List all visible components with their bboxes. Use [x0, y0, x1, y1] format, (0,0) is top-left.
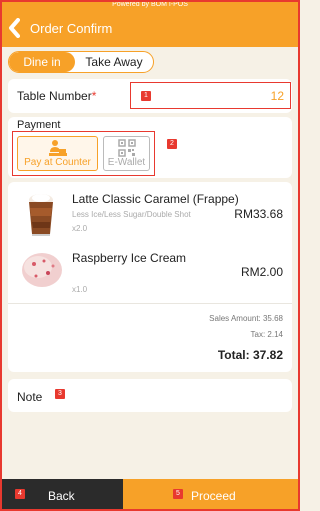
divider	[8, 303, 292, 304]
raspberry-ice-cream-image	[22, 253, 62, 287]
e-wallet-option[interactable]: E-Wallet	[103, 136, 150, 171]
caramel-frappe-image	[29, 194, 53, 236]
sales-amount: Sales Amount: 35.68	[209, 314, 283, 323]
item-price: RM2.00	[240, 265, 283, 279]
annotation-badge-3: 3	[55, 389, 65, 399]
annotation-badge-5: 5	[173, 489, 183, 499]
tax-amount: Tax: 2.14	[250, 330, 283, 339]
powered-by-banner: Powered by BOM I-POS	[0, 0, 300, 10]
qr-code-icon	[117, 139, 136, 157]
proceed-button-label: Proceed	[191, 489, 236, 503]
note-label: Note	[17, 390, 43, 404]
item-quantity: x2.0	[72, 224, 88, 233]
item-name: Raspberry Ice Cream	[72, 251, 187, 265]
take-away-option[interactable]: Take Away	[75, 52, 153, 72]
payment-card: Payment Pay at Counter E-Wallet 2	[8, 117, 292, 178]
table-number-label: Table Number*	[17, 89, 96, 103]
payment-options: Pay at Counter E-Wallet	[12, 131, 155, 176]
pay-at-counter-label: Pay at Counter	[24, 157, 91, 168]
table-number-card: Table Number* 1 12	[8, 79, 292, 113]
annotation-badge-4: 4	[15, 489, 25, 499]
payment-label: Payment	[17, 119, 61, 131]
required-mark: *	[91, 89, 97, 103]
proceed-button[interactable]: 5 Proceed	[123, 479, 300, 511]
annotation-badge-2: 2	[167, 139, 177, 149]
back-arrow-icon[interactable]	[8, 18, 20, 38]
table-number-input[interactable]: 1 12	[130, 82, 291, 109]
back-button[interactable]: 4 Back	[0, 479, 123, 511]
dine-in-option[interactable]: Dine in	[9, 52, 75, 72]
item-quantity: x1.0	[72, 285, 88, 294]
note-field[interactable]: Note 3	[8, 379, 292, 412]
table-number-value: 12	[270, 89, 284, 103]
order-type-toggle: Dine in Take Away	[8, 51, 154, 73]
app-bar: Order Confirm	[0, 10, 300, 47]
item-modifiers: Less Ice/Less Sugar/Double Shot	[72, 210, 191, 219]
cashier-icon	[48, 140, 67, 156]
page-title: Order Confirm	[30, 21, 113, 36]
back-button-label: Back	[48, 489, 75, 503]
table-number-label-text: Table Number	[17, 89, 92, 103]
total-amount: Total: 37.82	[217, 348, 283, 362]
annotation-badge-1: 1	[141, 91, 151, 101]
item-price: RM33.68	[234, 207, 283, 221]
item-name: Latte Classic Caramel (Frappe)	[72, 192, 239, 206]
pay-at-counter-option[interactable]: Pay at Counter	[17, 136, 98, 171]
e-wallet-label: E-Wallet	[107, 157, 146, 168]
order-items-card: Latte Classic Caramel (Frappe) RM33.68 L…	[8, 182, 292, 372]
